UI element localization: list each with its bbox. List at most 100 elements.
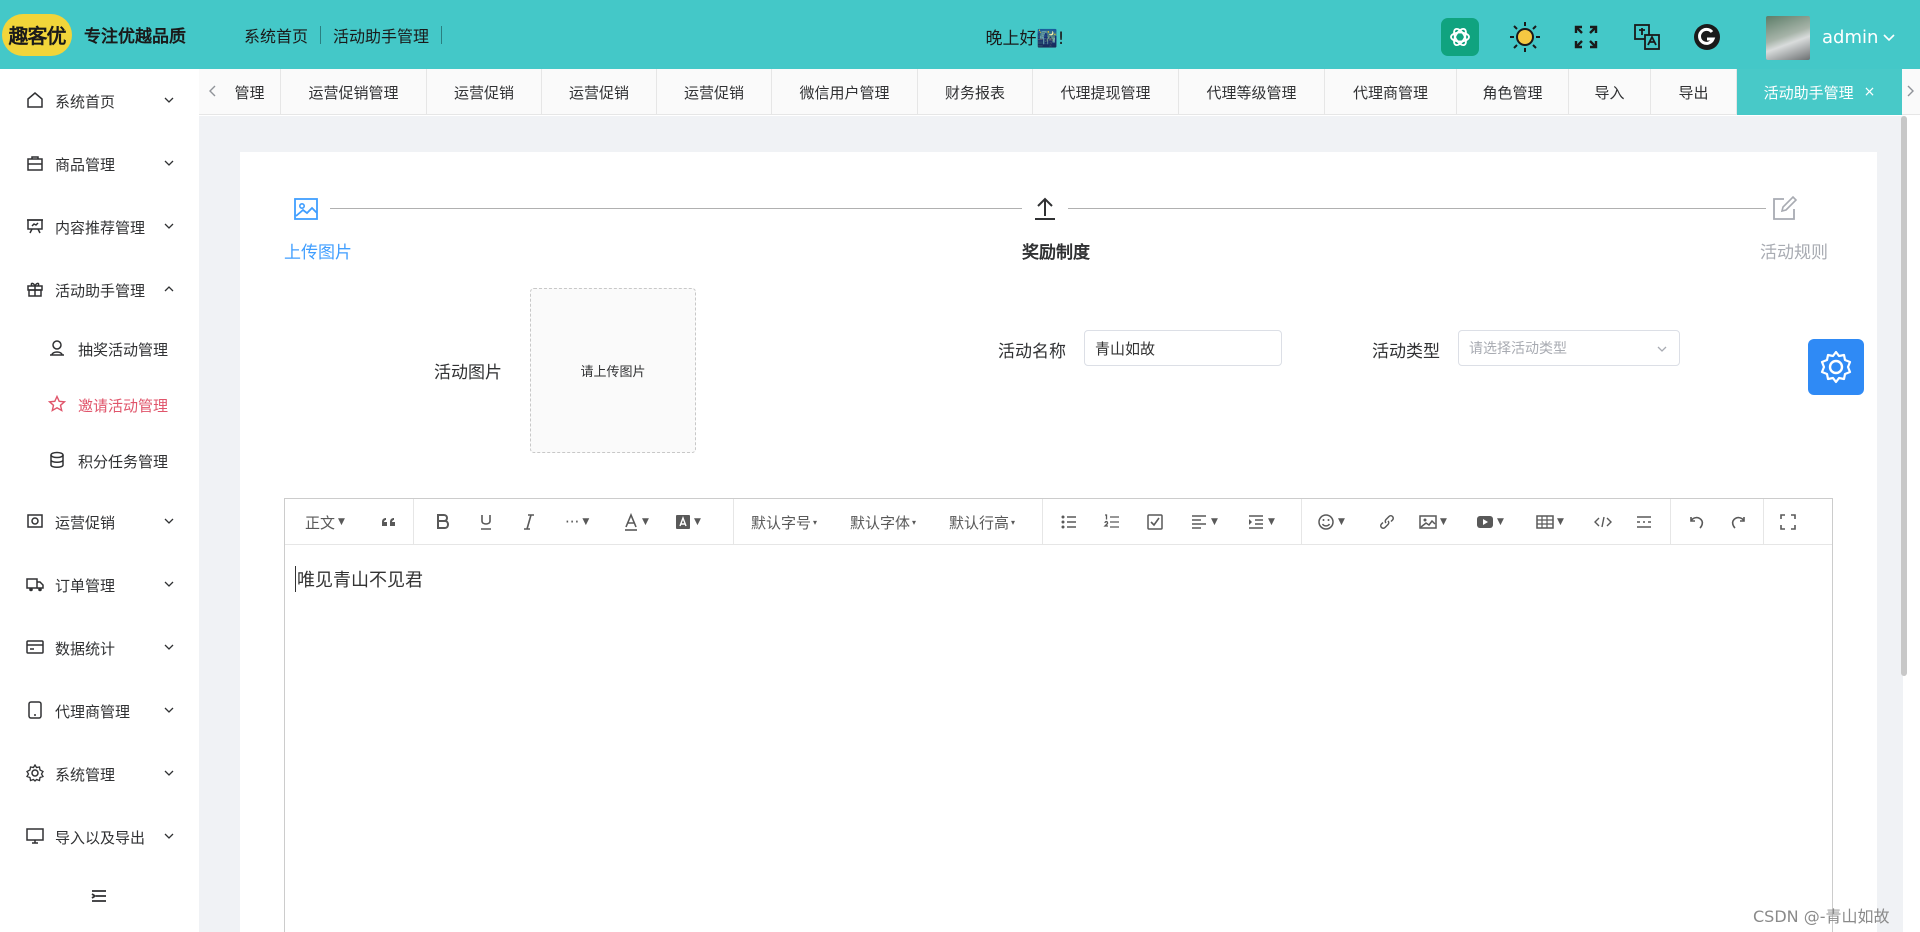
- font-size-dropdown[interactable]: 默认字号 ▾: [751, 511, 817, 533]
- sidebar-item-agents[interactable]: 代理商管理: [0, 688, 198, 732]
- tab-item[interactable]: 运营促销管理: [281, 69, 427, 115]
- tab-bar: 管理 运营促销管理 运营促销 运营促销 运营促销 微信用户管理 财务报表 代理提…: [199, 69, 1920, 115]
- tab-item[interactable]: 角色管理: [1457, 69, 1569, 115]
- step-connector: [330, 208, 1022, 209]
- indent-dropdown[interactable]: ▼: [1247, 511, 1275, 533]
- image-icon: [294, 198, 318, 220]
- sun-icon[interactable]: [1506, 18, 1544, 56]
- tab-item[interactable]: 微信用户管理: [772, 69, 918, 115]
- tab-item[interactable]: 代理商管理: [1325, 69, 1457, 115]
- sidebar-subitem-points[interactable]: 积分任务管理: [0, 438, 198, 482]
- editor-content[interactable]: 唯见青山不见君: [295, 566, 423, 592]
- tab-item[interactable]: 运营促销: [427, 69, 542, 115]
- avatar[interactable]: [1766, 16, 1810, 60]
- chevron-down-icon: [164, 160, 174, 166]
- logo-slogan: 专注优越品质: [84, 27, 186, 47]
- settings-button[interactable]: [1808, 339, 1864, 395]
- tab-item[interactable]: 代理等级管理: [1179, 69, 1325, 115]
- tab-item[interactable]: 代理提现管理: [1033, 69, 1179, 115]
- gift-icon: [27, 282, 43, 297]
- tab-item[interactable]: 运营促销: [657, 69, 772, 115]
- font-color-dropdown[interactable]: ▼: [623, 511, 649, 533]
- chevron-down-icon[interactable]: [1882, 30, 1896, 44]
- divider-button[interactable]: [1635, 511, 1653, 533]
- undo-button[interactable]: [1687, 511, 1705, 533]
- user-name[interactable]: admin: [1822, 27, 1878, 48]
- fullscreen-icon[interactable]: [1567, 18, 1605, 56]
- redo-button[interactable]: [1730, 511, 1748, 533]
- tab-item[interactable]: 导入: [1569, 69, 1651, 115]
- font-family-dropdown[interactable]: 默认字体 ▾: [850, 511, 916, 533]
- sidebar-item-import-export[interactable]: 导入以及导出: [0, 814, 198, 858]
- sidebar-item-promo[interactable]: 运营促销: [0, 499, 198, 543]
- sidebar-subitem-invite[interactable]: 邀请活动管理: [0, 382, 198, 426]
- chatgpt-icon[interactable]: [1441, 18, 1479, 56]
- bulleted-list-button[interactable]: [1060, 511, 1078, 533]
- home-icon: [27, 92, 43, 108]
- code-button[interactable]: [1594, 511, 1612, 533]
- tab-activity-assistant[interactable]: 活动助手管理 ×: [1737, 69, 1902, 115]
- image-upload-box[interactable]: 请上传图片: [530, 288, 696, 453]
- font-color-icon: [625, 513, 637, 531]
- line-height-dropdown[interactable]: 默认行高 ▾: [949, 511, 1015, 533]
- activity-name-input[interactable]: 青山如故: [1084, 330, 1282, 366]
- tab-item[interactable]: 财务报表: [918, 69, 1033, 115]
- activity-name-label: 活动名称: [998, 342, 1066, 362]
- sidebar-item-label: 积分任务管理: [78, 453, 169, 471]
- tab-label: 导出: [1678, 83, 1709, 102]
- monitor-icon: [26, 828, 44, 844]
- tab-item[interactable]: 管理: [219, 69, 281, 115]
- link-button[interactable]: [1378, 511, 1396, 533]
- sidebar-subitem-lottery[interactable]: 抽奖活动管理: [0, 326, 198, 370]
- emoji-dropdown[interactable]: ▼: [1317, 511, 1345, 533]
- caret-down-icon: ▾: [1011, 517, 1016, 527]
- background-color-dropdown[interactable]: ▼: [675, 511, 701, 533]
- bold-button[interactable]: [435, 511, 451, 533]
- rich-text-editor[interactable]: 正文 ▼ ··· ▼ ▼ ▼ 默认字号 ▾ 默认字体 ▾ 默认行高 ▾ ▼ ▼ ▼ ▼ ▼…: [284, 498, 1833, 932]
- sidebar-item-stats[interactable]: 数据统计: [0, 625, 198, 669]
- checkbox-icon: [1147, 514, 1163, 530]
- toolbar-divider: [413, 499, 414, 545]
- paragraph-format-label: 正文: [305, 513, 336, 532]
- fullscreen-icon: [1780, 514, 1796, 530]
- g-logo-icon[interactable]: [1688, 18, 1726, 56]
- sidebar-item-label: 邀请活动管理: [78, 397, 169, 415]
- sidebar-item-label: 活动助手管理: [55, 282, 146, 300]
- user-icon: [50, 340, 64, 356]
- chevron-right-icon[interactable]: [1902, 83, 1918, 99]
- sidebar-item-orders[interactable]: 订单管理: [0, 562, 198, 606]
- close-icon[interactable]: ×: [1864, 84, 1876, 100]
- scrollbar[interactable]: [1901, 116, 1907, 676]
- sidebar-item-content[interactable]: 内容推荐管理: [0, 204, 198, 248]
- sidebar-item-activity[interactable]: 活动助手管理: [0, 267, 198, 311]
- sidebar-item-system[interactable]: 系统管理: [0, 751, 198, 795]
- sidebar-item-goods[interactable]: 商品管理: [0, 141, 198, 185]
- more-style-dropdown[interactable]: ··· ▼: [565, 511, 589, 533]
- italic-button[interactable]: [521, 511, 537, 533]
- emoji-icon: [1318, 514, 1334, 530]
- activity-type-select[interactable]: 请选择活动类型: [1458, 330, 1680, 366]
- tab-item[interactable]: 导出: [1651, 69, 1737, 115]
- video-dropdown[interactable]: ▼: [1476, 511, 1504, 533]
- sidebar-item-label: 内容推荐管理: [55, 219, 146, 237]
- tab-item[interactable]: 运营促销: [542, 69, 657, 115]
- image-dropdown[interactable]: ▼: [1419, 511, 1447, 533]
- translate-icon[interactable]: [1628, 18, 1666, 56]
- blockquote-button[interactable]: [380, 511, 398, 533]
- tab-label: 管理: [234, 83, 265, 102]
- underline-button[interactable]: [478, 511, 494, 533]
- redo-icon: [1731, 516, 1745, 529]
- sidebar-item-home[interactable]: 系统首页: [0, 78, 198, 122]
- breadcrumb-current[interactable]: 活动助手管理: [333, 23, 429, 47]
- fullscreen-button[interactable]: [1779, 511, 1797, 533]
- breadcrumb-home[interactable]: 系统首页: [244, 23, 308, 47]
- activity-image-label: 活动图片: [434, 363, 502, 383]
- menu-collapse-icon[interactable]: [90, 887, 108, 905]
- todo-button[interactable]: [1146, 511, 1164, 533]
- chevron-down-icon: [164, 518, 174, 524]
- align-dropdown[interactable]: ▼: [1190, 511, 1218, 533]
- promo-icon: [27, 514, 43, 528]
- table-dropdown[interactable]: ▼: [1536, 511, 1564, 533]
- paragraph-format-dropdown[interactable]: 正文 ▼: [305, 511, 345, 533]
- numbered-list-button[interactable]: [1103, 511, 1121, 533]
